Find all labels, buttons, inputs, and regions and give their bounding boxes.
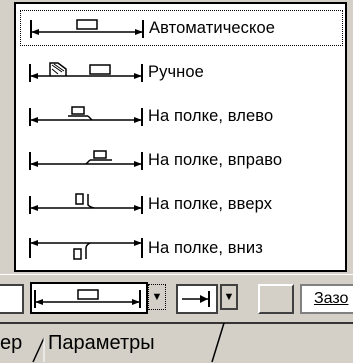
dimension-auto-icon	[34, 289, 141, 308]
option-label: На полке, вправо	[148, 150, 283, 169]
option-label: Автоматическое	[149, 18, 276, 37]
option-label: Ручное	[148, 62, 204, 81]
option-label: На полке, вниз	[148, 238, 263, 257]
dimension-auto-icon	[30, 19, 144, 38]
option-manual[interactable]: Ручное	[20, 54, 343, 90]
chevron-down-icon: ▼	[151, 291, 163, 303]
dimension-toolbar: ▼ ▼ Зазо	[0, 274, 353, 323]
gap-field[interactable]: Зазо	[300, 284, 353, 314]
option-shelf-down[interactable]: На полке, вниз	[20, 230, 343, 266]
option-label: На полке, вверх	[148, 194, 273, 213]
tab-parameters[interactable]: Параметры	[48, 332, 155, 355]
dimension-manual-icon	[29, 62, 143, 82]
property-tabs: ер Параметры	[0, 322, 353, 363]
option-automatic[interactable]: Автоматическое	[20, 10, 343, 46]
partial-field[interactable]	[0, 284, 24, 314]
arrow-style-dropdown-button[interactable]: ▼	[220, 284, 238, 310]
combo-dropdown-button[interactable]: ▼	[148, 284, 166, 310]
text-placement-combo[interactable]	[30, 282, 148, 314]
text-placement-dropdown-list: Автоматическое Ручное На полке, влево На…	[14, 2, 347, 272]
gap-label: Зазо	[314, 290, 349, 307]
option-label: На полке, влево	[148, 106, 274, 125]
option-shelf-left[interactable]: На полке, влево	[20, 98, 343, 134]
option-shelf-right[interactable]: На полке, вправо	[20, 142, 343, 178]
arrow-style-icon	[182, 291, 210, 307]
dimension-shelf-up-icon	[29, 193, 143, 214]
chevron-down-icon: ▼	[223, 291, 235, 303]
dimension-shelf-left-icon	[29, 106, 143, 126]
toolbar-button[interactable]	[258, 284, 294, 314]
arrow-style-combo[interactable]	[176, 284, 218, 314]
dimension-shelf-right-icon	[29, 150, 143, 170]
dimension-shelf-down-icon	[29, 238, 143, 260]
option-shelf-up[interactable]: На полке, вверх	[20, 186, 343, 222]
